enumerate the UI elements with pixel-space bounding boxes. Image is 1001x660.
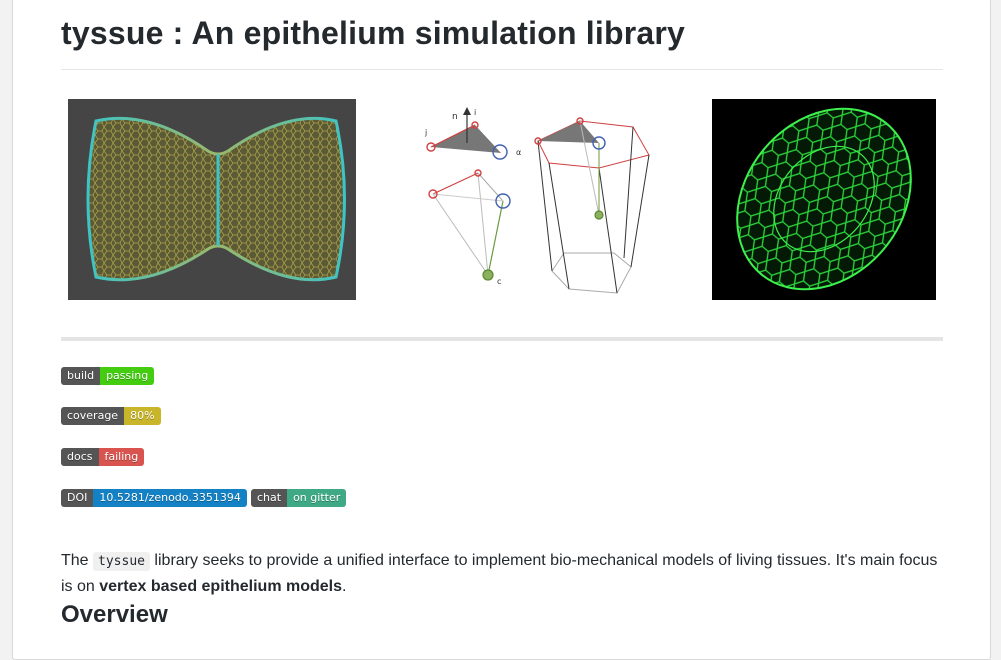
- build-badge-value: passing: [100, 367, 155, 385]
- alpha-label: α: [516, 148, 521, 157]
- overview-heading: Overview: [61, 601, 168, 628]
- 3d-cell-mesh-rendering: [712, 99, 936, 300]
- doi-badge[interactable]: DOI 10.5281/zenodo.3351394: [61, 489, 247, 507]
- coverage-badge-label: coverage: [61, 407, 125, 425]
- page-title: tyssue : An epithelium simulation librar…: [61, 15, 686, 51]
- title-divider: [61, 69, 943, 70]
- doi-badge-value: 10.5281/zenodo.3351394: [93, 489, 247, 507]
- intro-paragraph: The tyssue library seeks to provide a un…: [61, 548, 946, 599]
- docs-status-badge[interactable]: docs failing: [61, 448, 145, 466]
- vertex-c-label: c: [497, 277, 501, 286]
- chat-badge-label: chat: [251, 489, 288, 507]
- coverage-badge[interactable]: coverage 80%: [61, 407, 161, 425]
- docs-badge-value: failing: [98, 448, 145, 466]
- intro-text-end: .: [342, 578, 347, 595]
- readme-card: tyssue : An epithelium simulation librar…: [12, 0, 991, 660]
- vertex-i-label: i: [474, 108, 476, 117]
- gitter-chat-badge[interactable]: chat on gitter: [251, 489, 347, 507]
- intro-text-start: The: [61, 552, 94, 569]
- library-name-code: tyssue: [93, 552, 150, 571]
- vertex-j-label: j: [424, 128, 427, 137]
- section-divider: [61, 337, 943, 341]
- chat-badge-value: on gitter: [287, 489, 347, 507]
- coverage-badge-value: 80%: [124, 407, 161, 425]
- doi-badge-label: DOI: [61, 489, 94, 507]
- vertex-geometry-diagram: n i j α c: [424, 107, 650, 294]
- build-status-badge[interactable]: build passing: [61, 367, 155, 385]
- build-badge-label: build: [61, 367, 101, 385]
- normal-label: n: [452, 112, 458, 122]
- focus-emphasis: vertex based epithelium models: [99, 578, 342, 595]
- monolayer-mesh-rendering: [68, 99, 356, 300]
- docs-badge-label: docs: [61, 448, 99, 466]
